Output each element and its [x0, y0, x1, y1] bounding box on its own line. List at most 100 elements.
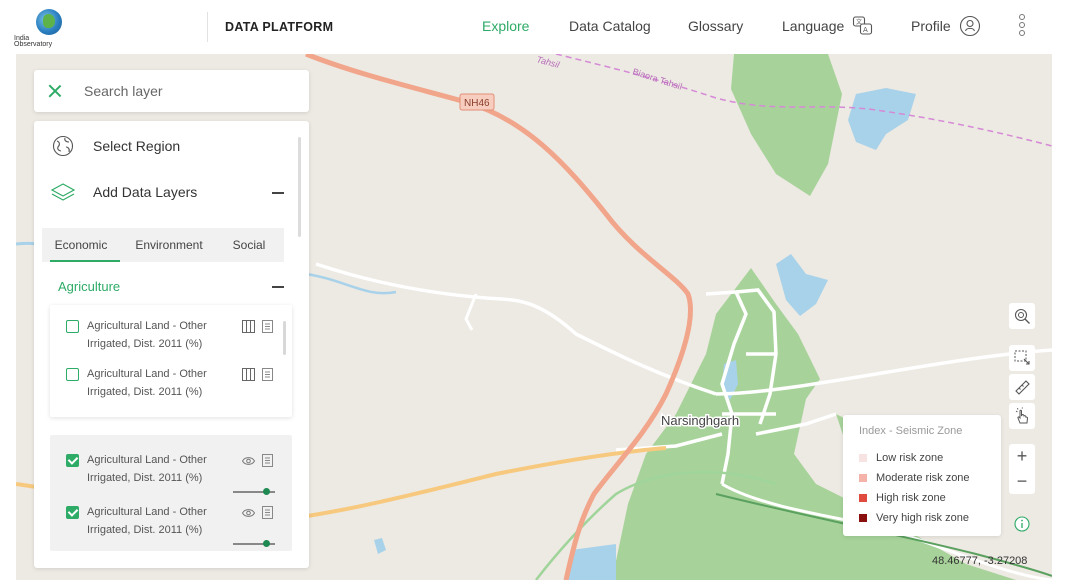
layer-checkbox-checked[interactable] [66, 506, 79, 519]
search-layer-box [34, 70, 309, 112]
road-minor-2 [464, 293, 478, 331]
map-label-narsinghgarh: Narsinghgarh [661, 413, 739, 428]
nav-explore-label: Explore [482, 18, 530, 34]
add-data-layers-label: Add Data Layers [93, 184, 198, 200]
opacity-slider[interactable] [233, 488, 275, 495]
road-minor-1 [315, 262, 717, 396]
magnifier-globe-icon [1014, 308, 1030, 324]
panel-scrollbar[interactable] [298, 137, 301, 237]
legend-item: High risk zone [859, 492, 946, 504]
layer-name-line1: Agricultural Land - Other [87, 506, 207, 518]
legend-swatch [859, 454, 867, 462]
document-icon[interactable] [262, 454, 273, 467]
legend-swatch [859, 514, 867, 522]
layer-name-line1: Agricultural Land - Other [87, 454, 207, 466]
more-menu-icon[interactable] [1019, 14, 1027, 40]
tab-social-label: Social [232, 238, 266, 252]
legend-title: Index - Seismic Zone [859, 425, 963, 437]
nav-language[interactable]: Language 文 A [782, 15, 874, 37]
layer-checkbox[interactable] [66, 320, 79, 333]
nav-data-catalog-label: Data Catalog [569, 18, 651, 34]
legend-label: Moderate risk zone [876, 472, 970, 484]
nav-glossary-label: Glossary [688, 18, 744, 34]
layer-name-line2: Irrigated, Dist. 2011 (%) [87, 386, 203, 398]
nav-explore[interactable]: Explore [482, 18, 529, 34]
available-layers-list: Agricultural Land - Other Irrigated, Dist… [50, 305, 292, 417]
nav-profile-label: Profile [911, 18, 951, 34]
app-header: India Observatory DATA PLATFORM Explore … [0, 0, 1068, 54]
nav-glossary[interactable]: Glossary [688, 18, 743, 34]
touch-select-button[interactable] [1009, 403, 1035, 429]
layer-name: Agricultural Land - Other Irrigated, Dist… [87, 451, 227, 487]
tab-economic-label: Economic [54, 238, 108, 252]
globe-outline-icon [52, 135, 74, 157]
map-label-nh46: NH46 [464, 98, 490, 109]
eye-icon[interactable] [242, 456, 255, 466]
collapse-category-icon[interactable] [272, 286, 284, 288]
map-legend: Index - Seismic Zone Low risk zone Moder… [843, 415, 1001, 536]
map-label-biaora-tahsil: Biaora Tahsil [631, 66, 683, 91]
columns-icon[interactable] [242, 320, 255, 333]
select-area-icon [1014, 350, 1030, 365]
document-icon[interactable] [262, 320, 273, 333]
layers-panel: Select Region Add Data Layers Economic E… [34, 121, 309, 568]
layer-name-line2: Irrigated, Dist. 2011 (%) [87, 524, 203, 536]
water-body-small [374, 538, 386, 554]
eye-icon[interactable] [242, 508, 255, 518]
user-icon [959, 15, 980, 37]
layer-category-tabs: Economic Environment Social [42, 228, 284, 262]
select-region-label: Select Region [93, 138, 181, 154]
tab-economic[interactable]: Economic [42, 228, 120, 262]
brand-title: DATA PLATFORM [225, 20, 334, 34]
search-input[interactable] [84, 83, 284, 99]
india-observatory-logo[interactable]: India Observatory [14, 9, 70, 48]
header-divider [207, 12, 208, 42]
map-label-tahsil: Tahsil [535, 54, 561, 70]
svg-text:文: 文 [856, 18, 862, 26]
active-layers-list: Agricultural Land - Other Irrigated, Dist… [50, 435, 292, 551]
measure-button[interactable] [1009, 374, 1035, 400]
zoom-in-button[interactable]: + [1009, 444, 1035, 469]
zoom-controls: + − [1009, 444, 1035, 494]
tab-social[interactable]: Social [218, 228, 280, 262]
legend-item: Moderate risk zone [859, 472, 970, 484]
tab-environment[interactable]: Environment [120, 228, 218, 262]
zoom-out-button[interactable]: − [1009, 469, 1035, 494]
opacity-slider[interactable] [233, 540, 275, 547]
legend-item: Low risk zone [859, 452, 943, 464]
find-location-button[interactable] [1009, 303, 1035, 329]
cursor-coordinates: 48.46777, -3.27208 [932, 555, 1028, 567]
slider-handle[interactable] [263, 540, 270, 547]
close-icon[interactable] [48, 84, 62, 98]
logo-text-line2: Observatory [14, 41, 53, 48]
layer-checkbox-checked[interactable] [66, 454, 79, 467]
nav-profile[interactable]: Profile [911, 15, 981, 37]
language-icon: 文 A [853, 16, 873, 35]
ruler-icon [1015, 380, 1030, 395]
nav-language-label: Language [782, 18, 845, 34]
legend-swatch [859, 474, 867, 482]
info-button[interactable] [1009, 511, 1035, 537]
layer-name-line2: Irrigated, Dist. 2011 (%) [87, 472, 203, 484]
document-icon[interactable] [262, 506, 273, 519]
layer-checkbox[interactable] [66, 368, 79, 381]
columns-icon[interactable] [242, 368, 255, 381]
globe-icon [36, 9, 62, 35]
svg-text:A: A [863, 26, 868, 34]
select-area-button[interactable] [1009, 345, 1035, 371]
legend-label: Very high risk zone [876, 512, 969, 524]
add-data-layers-row[interactable]: Add Data Layers [50, 181, 197, 203]
document-icon[interactable] [262, 368, 273, 381]
select-region-row[interactable]: Select Region [50, 135, 180, 157]
layer-name: Agricultural Land - Other Irrigated, Dist… [87, 503, 227, 539]
forest-area-north [731, 54, 842, 196]
slider-handle[interactable] [263, 488, 270, 495]
list-scrollbar[interactable] [283, 321, 286, 355]
layer-name-line1: Agricultural Land - Other [87, 368, 207, 380]
category-agriculture[interactable]: Agriculture [58, 279, 120, 294]
layers-icon [50, 183, 76, 201]
layer-name: Agricultural Land - Other Irrigated, Dist… [87, 317, 227, 353]
collapse-layers-icon[interactable] [272, 192, 284, 194]
nav-data-catalog[interactable]: Data Catalog [569, 18, 651, 34]
tab-environment-label: Environment [135, 238, 203, 252]
